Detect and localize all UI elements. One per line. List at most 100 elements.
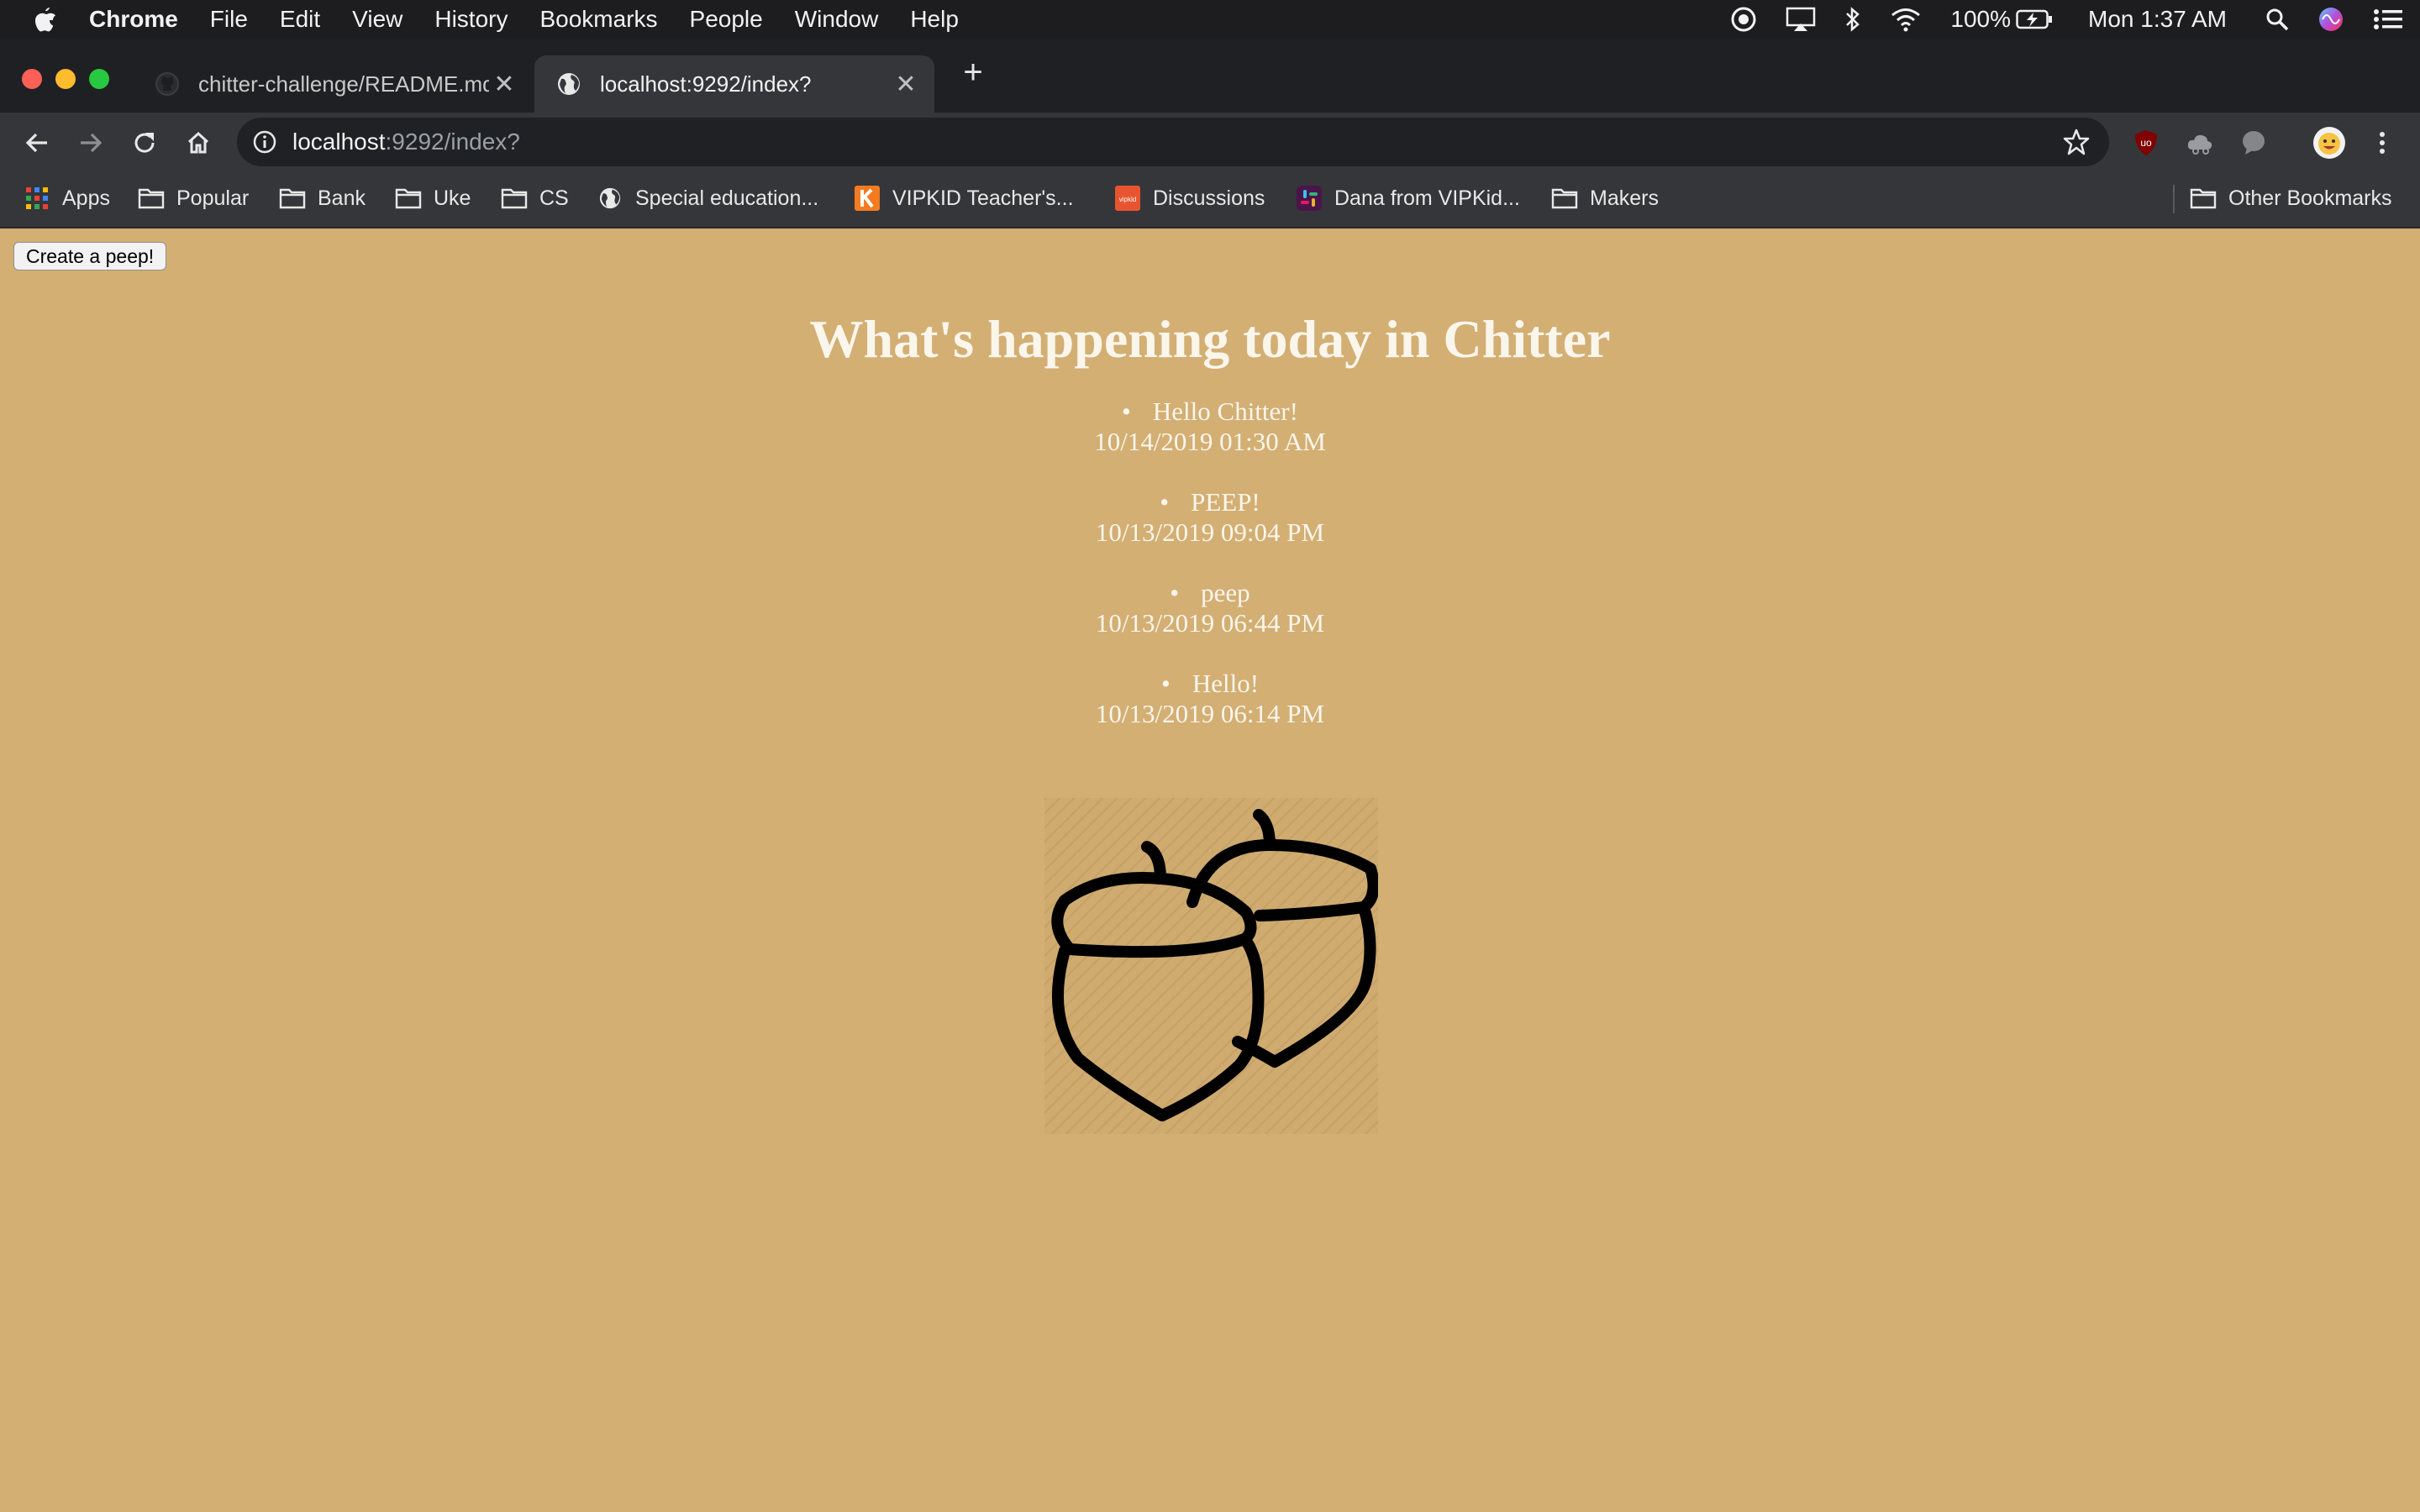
- bookmark-special-education[interactable]: Special education...: [597, 181, 818, 215]
- airplay-icon[interactable]: [1786, 6, 1816, 33]
- bookmark-folder-cs[interactable]: CS: [501, 181, 569, 215]
- address-url: localhost:9292/index?: [292, 129, 520, 155]
- wifi-icon[interactable]: [1890, 7, 1922, 32]
- address-bar[interactable]: localhost:9292/index?: [237, 118, 2109, 166]
- tab-close-icon[interactable]: ✕: [891, 69, 921, 99]
- menu-view[interactable]: View: [352, 6, 402, 33]
- battery-status[interactable]: 100%: [1950, 6, 2053, 33]
- tab-github-readme[interactable]: chitter-challenge/README.md ✕: [133, 55, 533, 113]
- peep-timestamp: 10/14/2019 01:30 AM: [1094, 427, 1326, 456]
- bookmark-label: Dana from VIPKid...: [1334, 186, 1520, 210]
- bookmark-label: CS: [539, 186, 569, 210]
- peep-item: Hello! 10/13/2019 06:14 PM: [0, 669, 2420, 759]
- github-icon: [155, 72, 179, 96]
- bookmark-other-bookmarks[interactable]: Other Bookmarks: [2190, 181, 2392, 215]
- peep-timestamp: 10/13/2019 06:44 PM: [1095, 608, 1325, 638]
- tab-strip: chitter-challenge/README.md ✕ localhost:…: [0, 39, 2420, 113]
- globe-icon: [597, 186, 623, 210]
- peep-item: peep 10/13/2019 06:44 PM: [0, 578, 2420, 669]
- folder-icon: [2190, 186, 2217, 210]
- peep-list: Hello Chitter! 10/14/2019 01:30 AM PEEP!…: [0, 396, 2420, 759]
- bookmark-folder-uke[interactable]: Uke: [395, 181, 471, 215]
- bookmark-label: Discussions: [1153, 186, 1265, 210]
- battery-charging-icon: [2016, 9, 2053, 29]
- site-info-icon[interactable]: [252, 129, 277, 155]
- url-path: :9292/index?: [385, 129, 520, 155]
- bookmark-dana-vipkid[interactable]: Dana from VIPKid...: [1296, 181, 1520, 215]
- peep-timestamp: 10/13/2019 06:14 PM: [1095, 699, 1325, 728]
- tab-title: localhost:9292/index?: [600, 71, 812, 97]
- extension-speech-icon[interactable]: [2238, 128, 2269, 158]
- siri-icon[interactable]: [2317, 6, 2344, 33]
- menu-edit[interactable]: Edit: [280, 6, 320, 33]
- bookmark-label: Apps: [62, 186, 110, 210]
- bookmark-discussions[interactable]: vipkid Discussions: [1114, 181, 1265, 215]
- create-peep-button[interactable]: Create a peep!: [13, 242, 167, 270]
- forward-button[interactable]: [74, 126, 108, 160]
- reload-icon: [134, 133, 155, 153]
- screen-record-icon[interactable]: [1730, 6, 1757, 33]
- menu-bookmarks[interactable]: Bookmarks: [539, 6, 657, 33]
- bookmark-label: Other Bookmarks: [2228, 186, 2392, 210]
- peep-text: Hello Chitter!: [0, 396, 2420, 427]
- spotlight-search-icon[interactable]: [2265, 8, 2289, 31]
- page-content: Create a peep! What's happening today in…: [0, 228, 2420, 1512]
- extension-cloud-icon[interactable]: [2185, 128, 2215, 158]
- window-zoom-button[interactable]: [89, 69, 109, 89]
- menu-window[interactable]: Window: [795, 6, 879, 33]
- bookmark-label: Special education...: [635, 186, 819, 210]
- menu-history[interactable]: History: [434, 6, 508, 33]
- folder-icon: [395, 186, 422, 210]
- tab-title: chitter-challenge/README.md: [198, 71, 489, 97]
- bookmark-label: Uke: [434, 186, 471, 210]
- svg-text:uo: uo: [2140, 137, 2152, 149]
- tab-close-icon[interactable]: ✕: [489, 69, 519, 99]
- notification-center-icon[interactable]: [2373, 8, 2403, 31]
- profile-avatar-icon[interactable]: [2312, 126, 2346, 160]
- peep-text: Hello!: [0, 669, 2420, 699]
- bluetooth-icon[interactable]: [1844, 6, 1861, 33]
- chrome-menu-icon[interactable]: [2370, 128, 2395, 158]
- menu-clock[interactable]: Mon 1:37 AM: [2088, 6, 2227, 33]
- folder-icon: [1551, 186, 1578, 210]
- back-button[interactable]: [20, 126, 54, 160]
- bookmark-apps[interactable]: Apps: [24, 181, 110, 215]
- apple-logo-icon[interactable]: [34, 6, 57, 33]
- bookmark-folder-popular[interactable]: Popular: [138, 181, 249, 215]
- bookmark-star-icon[interactable]: [2062, 128, 2091, 156]
- slack-icon: [1296, 186, 1323, 211]
- menu-file[interactable]: File: [210, 6, 248, 33]
- window-minimize-button[interactable]: [55, 69, 76, 89]
- bookmarks-separator: [2173, 185, 2175, 213]
- page-title: What's happening today in Chitter: [809, 309, 1611, 369]
- peep-text: PEEP!: [0, 487, 2420, 517]
- bookmarks-bar: Apps Popular Bank Uke CS Special educati…: [0, 171, 2420, 228]
- menu-app-name[interactable]: Chrome: [89, 6, 178, 33]
- menu-people[interactable]: People: [690, 6, 763, 33]
- vipkid-icon: [854, 186, 881, 211]
- tab-localhost[interactable]: localhost:9292/index? ✕: [534, 55, 934, 113]
- battery-percentage: 100%: [1950, 6, 2012, 32]
- home-icon: [187, 131, 209, 154]
- peep-item: Hello Chitter! 10/14/2019 01:30 AM: [0, 396, 2420, 487]
- menu-help[interactable]: Help: [910, 6, 959, 33]
- globe-icon: [558, 73, 580, 95]
- bookmark-label: VIPKID Teacher's...: [892, 186, 1074, 210]
- bookmark-folder-bank[interactable]: Bank: [279, 181, 366, 215]
- bookmark-vipkid-teacher[interactable]: VIPKID Teacher's...: [854, 181, 1074, 215]
- window-close-button[interactable]: [22, 69, 42, 89]
- bookmark-label: Makers: [1590, 186, 1659, 210]
- reload-button[interactable]: [128, 126, 161, 160]
- home-button[interactable]: [182, 126, 215, 160]
- url-host: localhost: [292, 129, 386, 155]
- ublock-origin-icon[interactable]: uo: [2131, 128, 2161, 158]
- folder-icon: [138, 186, 165, 210]
- svg-text:vipkid: vipkid: [1119, 196, 1136, 203]
- new-tab-button[interactable]: +: [956, 55, 990, 89]
- bookmark-label: Bank: [318, 186, 366, 210]
- folder-icon: [501, 186, 528, 210]
- peep-item: PEEP! 10/13/2019 09:04 PM: [0, 487, 2420, 578]
- bookmark-folder-makers[interactable]: Makers: [1551, 181, 1659, 215]
- peep-timestamp: 10/13/2019 09:04 PM: [1095, 517, 1325, 547]
- discussions-icon: vipkid: [1114, 186, 1141, 211]
